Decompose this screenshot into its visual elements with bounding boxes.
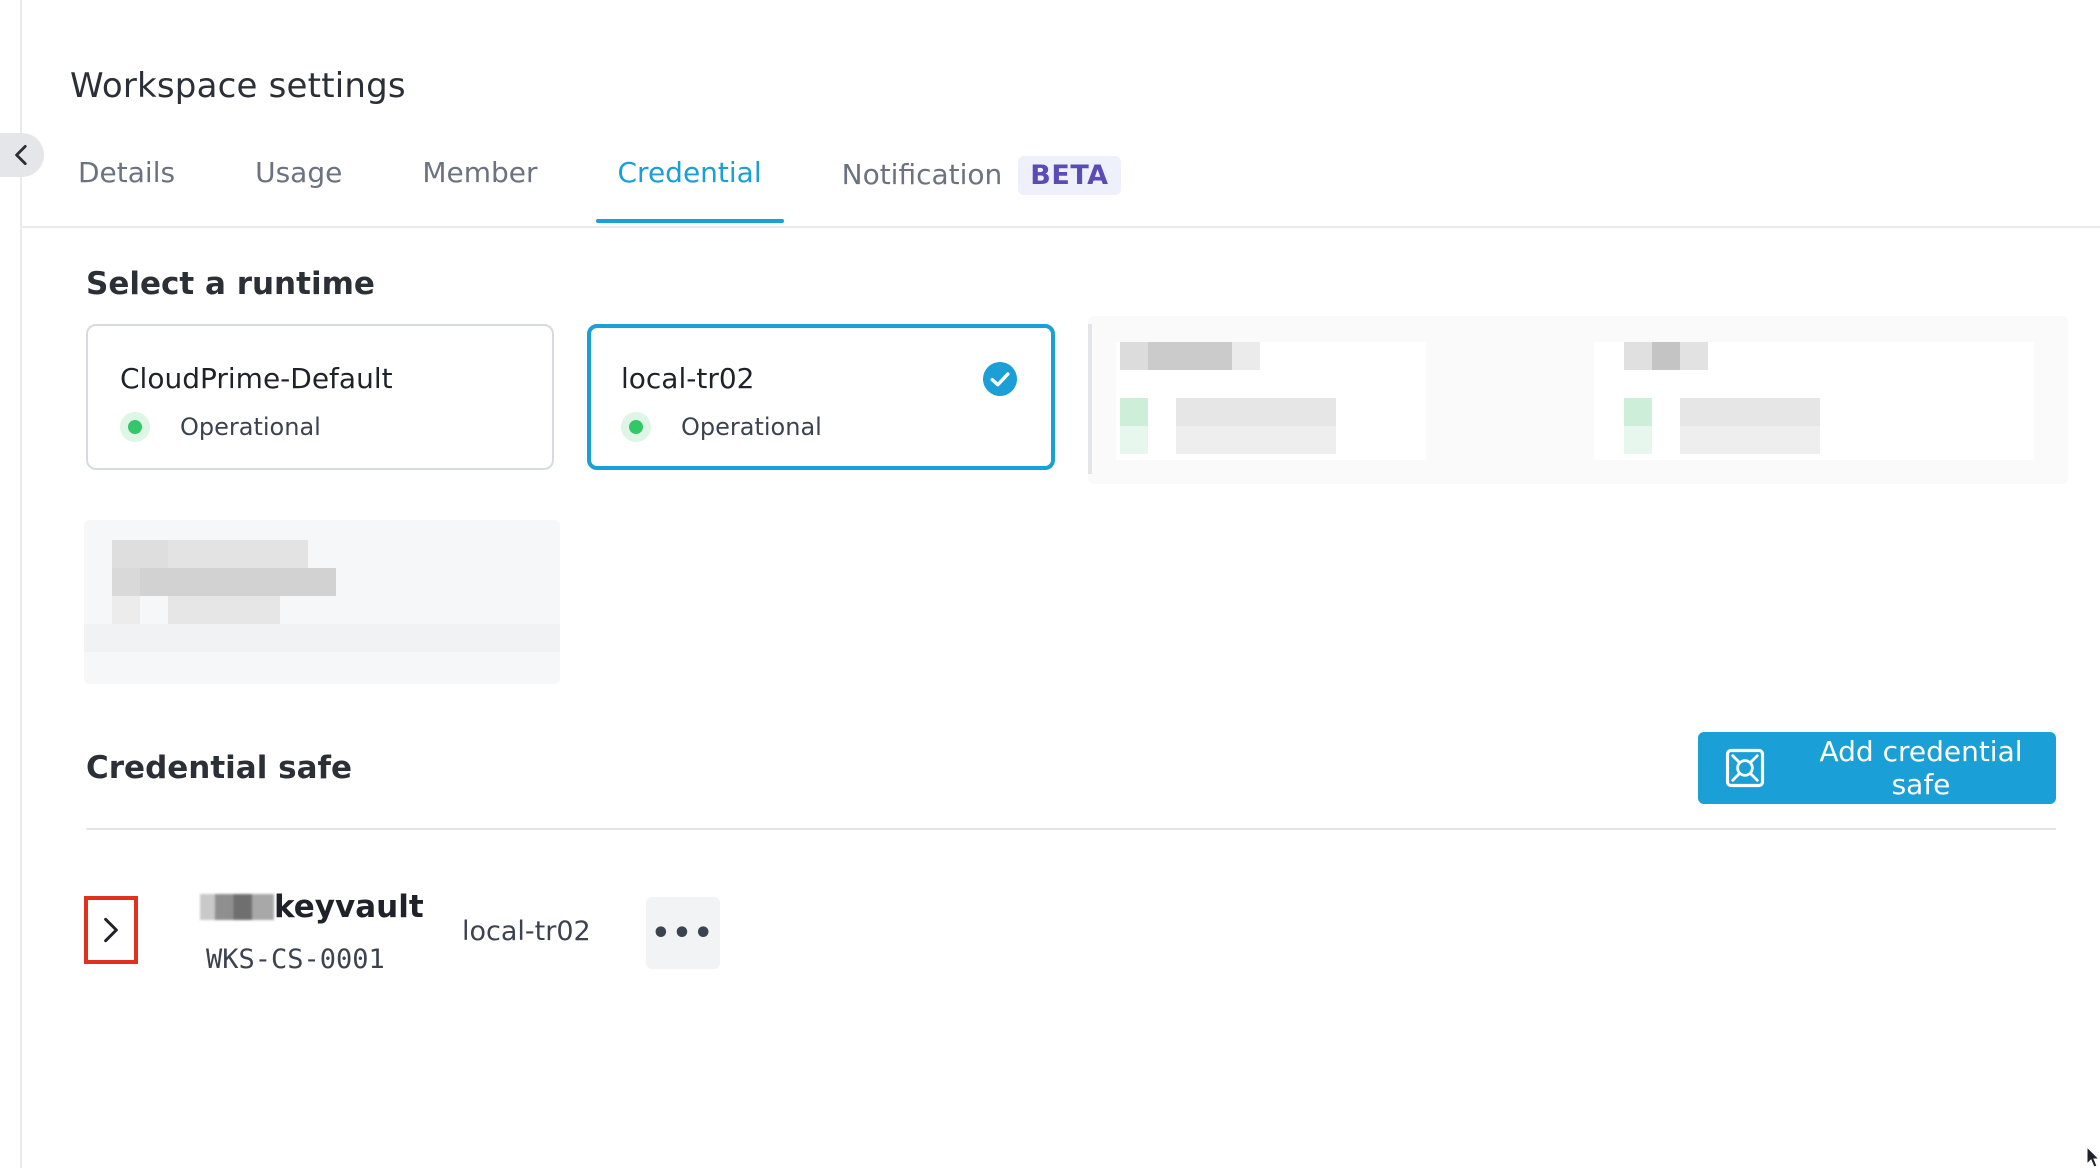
status-dot-icon <box>621 412 651 442</box>
mouse-cursor-icon <box>2086 1146 2100 1168</box>
credential-safe-name: keyvault <box>200 886 424 928</box>
vault-runtime: local-tr02 <box>462 916 591 947</box>
tab-member[interactable]: Member <box>400 140 559 223</box>
tab-label: Notification <box>841 158 1003 191</box>
runtime-section-title: Select a runtime <box>86 266 375 302</box>
runtime-status: Operational <box>120 412 321 442</box>
expand-row-button[interactable] <box>84 896 138 964</box>
page-title: Workspace settings <box>70 66 406 106</box>
tab-label: Usage <box>255 156 343 189</box>
runtime-name: CloudPrime-Default <box>120 362 393 395</box>
check-circle-icon <box>983 362 1017 396</box>
tabs-divider <box>22 226 2100 228</box>
redacted-runtime-cards <box>1088 316 2068 484</box>
chevron-right-icon <box>104 917 118 943</box>
redacted-runtime-card <box>84 520 560 684</box>
status-text: Operational <box>180 413 321 441</box>
tab-notification[interactable]: Notification BETA <box>820 140 1143 229</box>
chevron-left-icon <box>15 144 27 166</box>
add-credential-safe-label: Add credential safe <box>1819 735 2023 801</box>
tab-label: Credential <box>617 156 762 189</box>
runtime-card-local-tr02[interactable]: local-tr02 Operational <box>587 324 1055 470</box>
settings-tabs: Details Usage Member Credential Notifica… <box>56 140 1179 228</box>
credential-safe-icon <box>1725 748 1765 788</box>
runtime-status: Operational <box>621 412 822 442</box>
collapse-sidebar-button[interactable] <box>0 133 44 177</box>
tab-credential[interactable]: Credential <box>595 140 784 223</box>
status-dot-icon <box>120 412 150 442</box>
status-text: Operational <box>681 413 822 441</box>
tab-label: Member <box>422 156 538 189</box>
tab-label: Details <box>78 156 176 189</box>
more-horizontal-icon: ••• <box>651 915 715 951</box>
more-actions-button[interactable]: ••• <box>646 897 720 969</box>
tab-details[interactable]: Details <box>56 140 197 223</box>
credential-safe-title: Credential safe <box>86 750 353 786</box>
vault-name: keyvault <box>274 889 424 925</box>
runtime-card-cloudprime-default[interactable]: CloudPrime-Default Operational <box>86 324 554 470</box>
vault-id: WKS-CS-0001 <box>206 944 385 975</box>
redacted-text <box>200 894 274 920</box>
tab-usage[interactable]: Usage <box>233 140 364 223</box>
add-credential-safe-button[interactable]: Add credential safe <box>1698 732 2056 804</box>
runtime-name: local-tr02 <box>621 362 755 395</box>
beta-badge: BETA <box>1018 156 1121 195</box>
credential-safe-divider <box>86 828 2056 830</box>
